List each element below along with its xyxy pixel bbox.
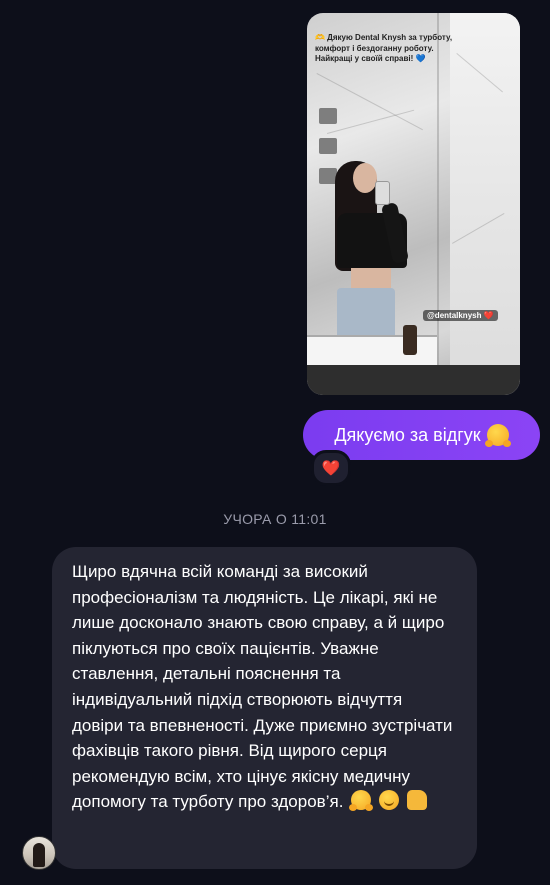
sender-avatar[interactable] — [22, 836, 56, 870]
heart-reaction[interactable]: ❤️ — [311, 450, 351, 486]
hugging-face-icon — [349, 790, 374, 812]
wall-shelf — [319, 108, 337, 124]
phone-in-hand — [375, 181, 390, 205]
shared-story-image[interactable]: 🫶 Дякую Dental Knysh за турботу, комфорт… — [307, 13, 520, 395]
counter — [307, 365, 520, 395]
marble-wall — [450, 13, 520, 395]
wall-shelf — [319, 138, 337, 154]
person-head — [353, 163, 377, 193]
person-waist — [351, 268, 391, 290]
message-emojis — [348, 790, 427, 812]
story-caption: 🫶 Дякую Dental Knysh за турботу, комфорт… — [315, 33, 453, 63]
smiling-face-icon — [378, 790, 399, 811]
thumbs-up-icon — [406, 790, 427, 811]
story-mention[interactable]: @dentalknysh ❤️ — [423, 310, 498, 321]
incoming-message-text: Щиро вдячна всій команді за високий проф… — [72, 562, 453, 812]
heart-icon: ❤️ — [321, 460, 341, 477]
incoming-message-bubble[interactable]: Щиро вдячна всій команді за високий проф… — [52, 547, 477, 869]
marble-vein — [327, 109, 415, 134]
message-timestamp: УЧОРА О 11:01 — [223, 511, 327, 527]
outgoing-message-text: Дякуємо за відгук — [334, 424, 481, 445]
vase — [403, 325, 417, 355]
hugging-face-icon — [484, 424, 511, 447]
